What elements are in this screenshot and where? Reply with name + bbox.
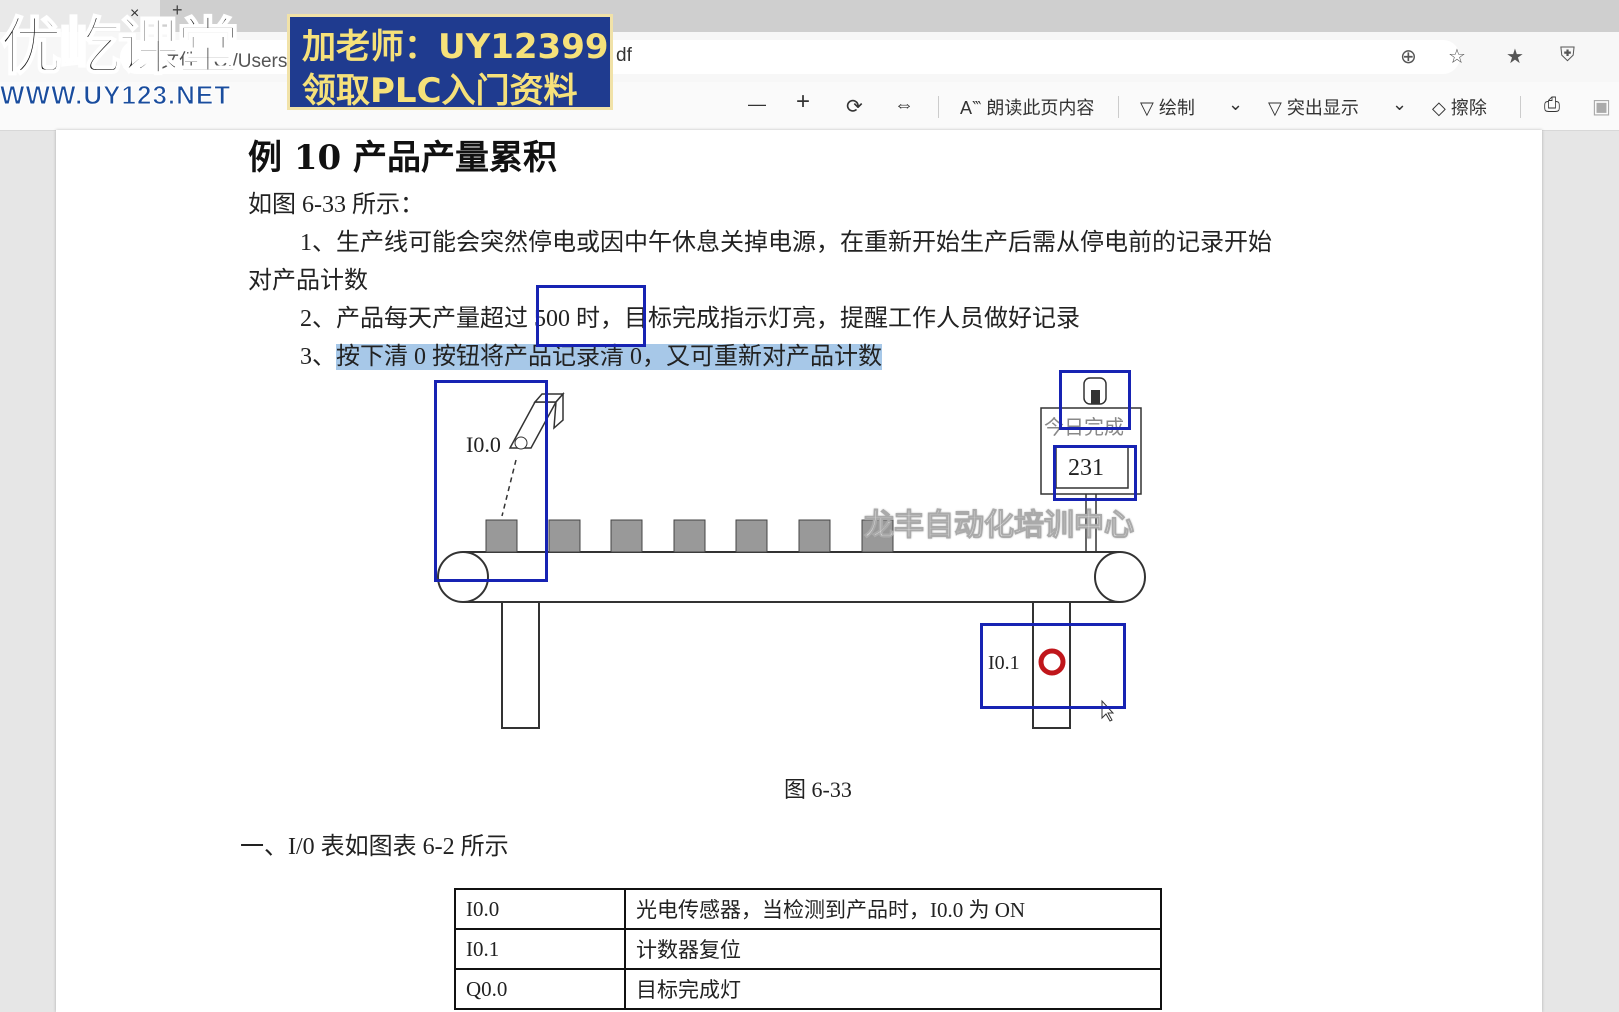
io-table: I0.0 光电传感器，当检测到产品时，I0.0 为 ON I0.1 计数器复位 … [454, 888, 1162, 1010]
annotation-box-500 [536, 285, 646, 347]
highlight-icon: ▽ [1268, 98, 1287, 118]
intro-text: 如图 6-33 所示： [248, 192, 424, 218]
save-icon[interactable]: ▣ [1592, 94, 1611, 119]
fit-width-icon[interactable]: ⇔ [894, 94, 914, 117]
zoom-in-button[interactable]: + [796, 88, 810, 116]
promo-line-2: 领取PLC入门资料 [302, 71, 578, 111]
pdf-page: 例 10 产品产量累积 如图 6-33 所示： 1、生产线可能会突然停电或因中午… [56, 130, 1542, 1012]
table-cell-description: 计数器复位 [624, 928, 1162, 970]
product-box [548, 519, 581, 553]
rotate-icon[interactable]: ⟳ [846, 94, 863, 119]
annotation-box-reset [980, 623, 1126, 709]
watermark: 龙丰自动化培训中心 [864, 509, 1135, 543]
annotation-box-sensor [434, 380, 548, 582]
draw-button[interactable]: ▽ 绘制 [1140, 94, 1195, 120]
section-title: 例 10 产品产量累积 [248, 138, 557, 178]
product-box [798, 519, 831, 553]
left-leg [501, 601, 540, 729]
eraser-icon: ◇ [1432, 98, 1451, 118]
erase-button[interactable]: ◇ 擦除 [1432, 94, 1487, 120]
requirement-1b: 对产品计数 [248, 268, 368, 294]
promo-line-1: 加老师：UY12399 [302, 27, 609, 67]
read-aloud-icon: A‷ [960, 98, 987, 118]
promo-banner: 加老师：UY12399 领取PLC入门资料 [287, 14, 613, 111]
logo-url: WWW.UY123.NET [0, 80, 232, 111]
logo-text: 优屹课堂 [0, 10, 240, 83]
url-extension: df [616, 45, 632, 66]
highlight-label: 突出显示 [1286, 98, 1359, 118]
product-box [610, 519, 643, 553]
zoom-icon[interactable]: ⊕ [1400, 44, 1417, 69]
draw-label: 绘制 [1158, 98, 1195, 118]
zoom-out-button[interactable]: — [748, 94, 766, 115]
right-roller [1094, 551, 1146, 603]
table-row: Q0.0 目标完成灯 [454, 968, 1162, 1010]
table-row: I0.0 光电传感器，当检测到产品时，I0.0 为 ON [454, 888, 1162, 930]
erase-label: 擦除 [1450, 98, 1487, 118]
figure-caption: 图 6-33 [784, 777, 852, 802]
table-cell-description: 目标完成灯 [624, 968, 1162, 1010]
pdf-viewer-window: × + 文件 | C:/Users/0135/ df ⊕ ☆ ★ ⛨ — + ⟳… [0, 0, 1619, 1012]
annotation-box-lamp [1059, 370, 1131, 430]
table-cell-address: I0.0 [454, 888, 626, 930]
product-box [673, 519, 706, 553]
table-cell-description: 光电传感器，当检测到产品时，I0.0 为 ON [624, 888, 1162, 930]
product-box [735, 519, 768, 553]
highlight-button[interactable]: ▽ 突出显示 [1268, 94, 1359, 120]
highlight-options-chevron-down-icon[interactable]: ⌄ [1392, 94, 1407, 115]
draw-icon: ▽ [1140, 98, 1159, 118]
draw-options-chevron-down-icon[interactable]: ⌄ [1228, 94, 1243, 115]
read-aloud-button[interactable]: A‷ 朗读此页内容 [960, 94, 1094, 120]
toolbar-divider [938, 96, 939, 118]
requirement-1a: 1、生产线可能会突然停电或因中午休息关掉电源，在重新开始生产后需从停电前的记录开… [300, 230, 1272, 256]
favorites-list-icon[interactable]: ★ [1506, 44, 1524, 69]
toolbar-divider [1118, 96, 1119, 118]
shield-icon[interactable]: ⛨ [1560, 44, 1575, 67]
requirement-2: 2、产品每天产量超过 500 时，目标完成指示灯亮，提醒工作人员做好记录 [300, 306, 1080, 332]
table-cell-address: Q0.0 [454, 968, 626, 1010]
annotation-box-display [1053, 445, 1137, 501]
io-table-heading: 一、I/0 表如图表 6-2 所示 [240, 834, 509, 860]
brand-logo-overlay: 优屹课堂 WWW.UY123.NET [0, 10, 282, 111]
print-icon[interactable]: ⎙ [1544, 94, 1560, 117]
requirement-3-number: 3、 [300, 344, 336, 370]
table-row: I0.1 计数器复位 [454, 928, 1162, 970]
read-aloud-label: 朗读此页内容 [986, 98, 1095, 118]
toolbar-divider [1520, 96, 1521, 118]
favorite-star-icon[interactable]: ☆ [1448, 44, 1466, 69]
table-cell-address: I0.1 [454, 928, 626, 970]
